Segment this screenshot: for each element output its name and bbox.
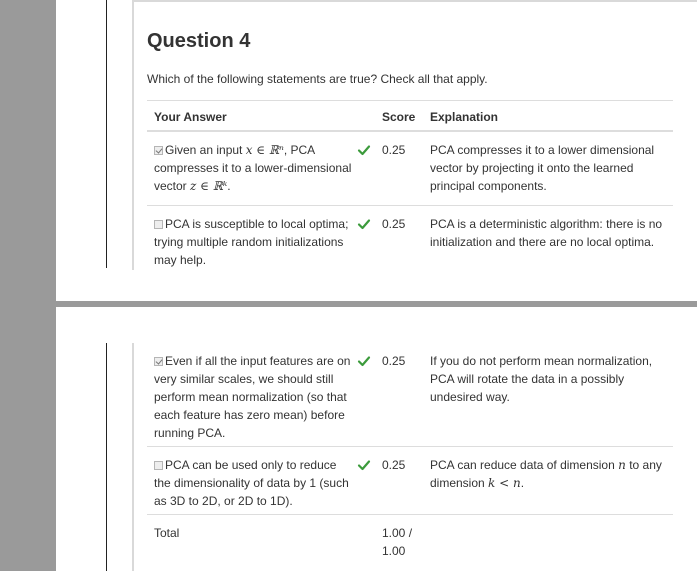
answer-table: Even if all the input features are on ve… xyxy=(147,343,673,571)
explanation-text-post: . xyxy=(520,476,525,490)
score-cell: 0.25 xyxy=(382,143,406,157)
score-cell: 0.25 xyxy=(382,354,406,368)
check-icon xyxy=(357,215,371,233)
question-card: Question 4 Which of the following statem… xyxy=(132,0,697,270)
answer-cell: PCA can be used only to reduce the dimen… xyxy=(154,456,352,510)
total-score: 1.00 / 1.00 xyxy=(382,526,413,558)
table-row: Given an input x ∈ ℝⁿ, PCA compresses it… xyxy=(147,132,673,206)
score-cell: 0.25 xyxy=(382,458,406,472)
table-row: Even if all the input features are on ve… xyxy=(147,343,673,447)
checkbox-checked[interactable] xyxy=(154,357,163,366)
header-explanation: Explanation xyxy=(430,110,499,124)
math-x-in-rn: x ∈ ℝⁿ xyxy=(245,143,284,157)
answer-cell: Given an input x ∈ ℝⁿ, PCA compresses it… xyxy=(154,141,352,195)
total-row: Total 1.00 / 1.00 xyxy=(147,515,673,571)
math-n: n xyxy=(618,458,626,472)
table-row: PCA is susceptible to local optima; tryi… xyxy=(147,206,673,270)
explanation-cell: If you do not perform mean normalization… xyxy=(430,354,653,404)
answer-table: Your Answer Score Explanation Given an i… xyxy=(147,100,673,270)
pdf-page-1: Question 4 Which of the following statem… xyxy=(56,0,697,301)
header-your-answer: Your Answer xyxy=(154,110,227,124)
check-icon xyxy=(357,456,371,474)
answer-text: PCA can be used only to reduce the dimen… xyxy=(154,458,349,508)
header-score: Score xyxy=(382,110,416,124)
math-z-in-rk: z ∈ ℝᵏ xyxy=(190,179,228,193)
answer-cell: Even if all the input features are on ve… xyxy=(154,352,352,442)
question-title: Question 4 xyxy=(147,30,251,52)
checkbox-unchecked[interactable] xyxy=(154,220,163,229)
question-prompt: Which of the following statements are tr… xyxy=(147,72,488,86)
explanation-cell: PCA is a deterministic algorithm: there … xyxy=(430,217,663,249)
explanation-cell: PCA can reduce data of dimension n to an… xyxy=(430,456,666,492)
page-margin-line xyxy=(106,0,107,268)
answer-text-pre: Given an input xyxy=(165,143,246,157)
total-label: Total xyxy=(154,526,180,540)
score-cell: 0.25 xyxy=(382,217,406,231)
table-row: PCA can be used only to reduce the dimen… xyxy=(147,447,673,515)
check-icon xyxy=(357,141,371,159)
viewer-sidebar xyxy=(0,0,56,571)
page-margin-line xyxy=(106,343,107,571)
pdf-page-2: Even if all the input features are on ve… xyxy=(56,307,697,571)
explanation-text-pre: PCA can reduce data of dimension xyxy=(430,458,619,472)
answer-text: PCA is susceptible to local optima; tryi… xyxy=(154,217,349,267)
answer-cell: PCA is susceptible to local optima; tryi… xyxy=(154,215,352,269)
question-card-continued: Even if all the input features are on ve… xyxy=(132,343,697,571)
math-k-less-n: k < n xyxy=(488,476,521,490)
explanation-cell: PCA compresses it to a lower dimensional… xyxy=(430,143,655,193)
check-icon xyxy=(357,352,371,370)
checkbox-checked[interactable] xyxy=(154,146,163,155)
answer-text-post: . xyxy=(227,179,231,193)
table-header: Your Answer Score Explanation xyxy=(147,100,673,132)
answer-text: Even if all the input features are on ve… xyxy=(154,354,351,440)
checkbox-unchecked[interactable] xyxy=(154,461,163,470)
